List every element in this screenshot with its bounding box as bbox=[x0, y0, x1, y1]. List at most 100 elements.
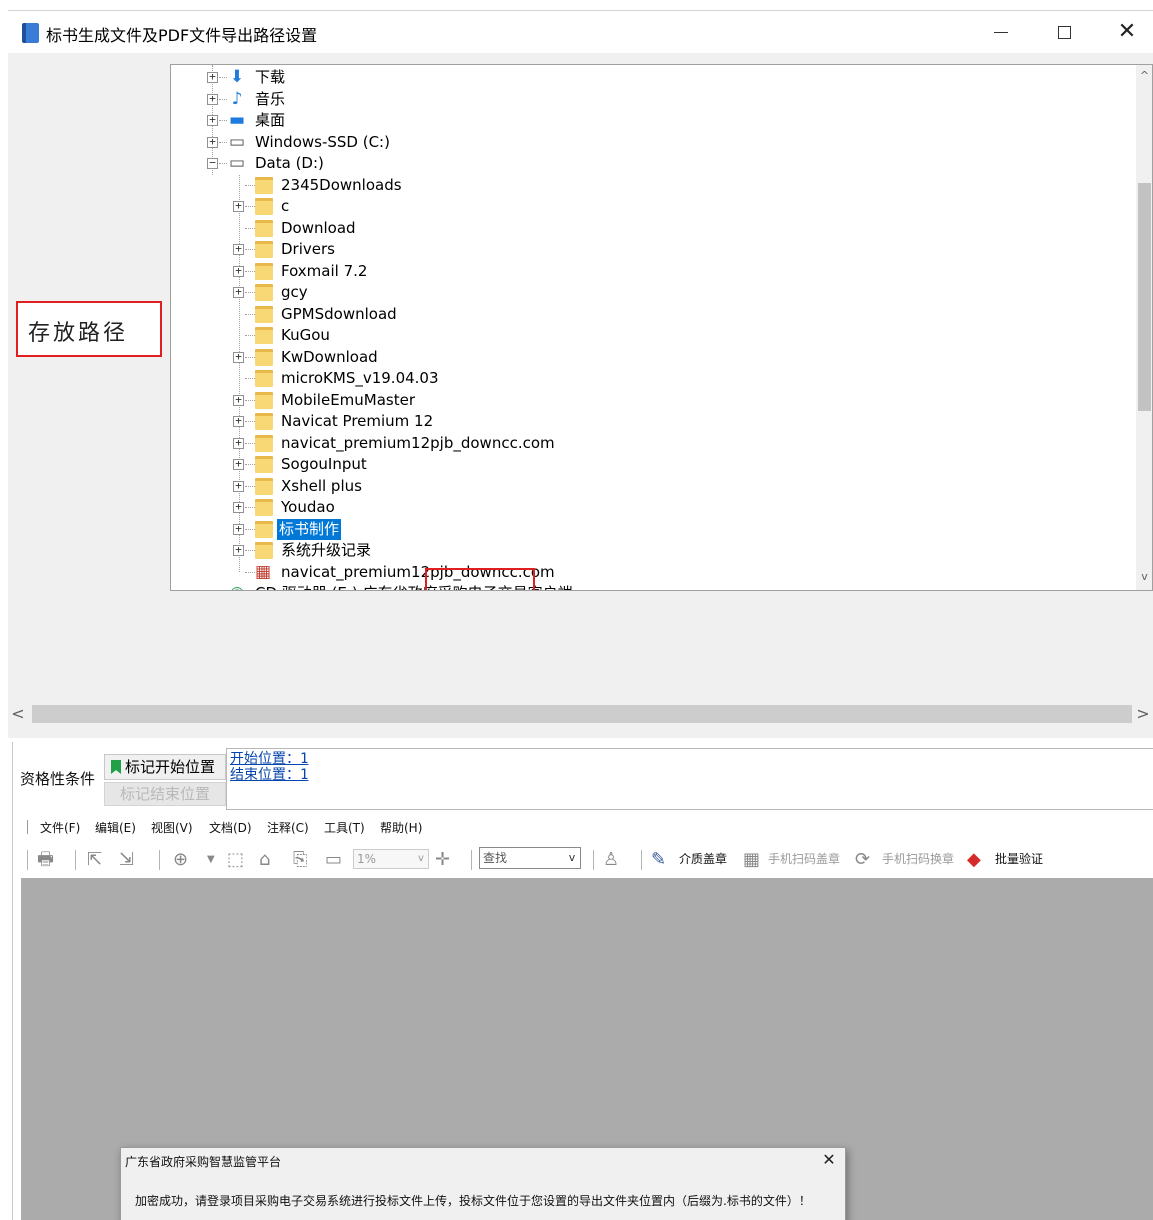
tree-item[interactable]: + 系统升级记录 bbox=[171, 540, 1131, 561]
tree-item-label: Xshell plus bbox=[281, 476, 362, 495]
tree-item[interactable]: GPMSdownload bbox=[171, 304, 1131, 325]
tree-item[interactable]: KuGou bbox=[171, 325, 1131, 346]
expand-icon[interactable]: + bbox=[233, 265, 244, 277]
tree-item[interactable]: + ▭ Windows-SSD (C:) bbox=[171, 132, 1131, 153]
tree-item[interactable]: + SogouInput bbox=[171, 454, 1131, 475]
menu-file[interactable]: 文件(F) bbox=[40, 819, 80, 836]
tree-item[interactable]: + navicat_premium12pjb_downcc.com bbox=[171, 433, 1131, 454]
expand-icon[interactable]: + bbox=[233, 437, 244, 449]
tree-vertical-scrollbar[interactable]: ^ v bbox=[1136, 65, 1152, 590]
tree-item-label: Navicat Premium 12 bbox=[281, 412, 434, 430]
user-stamp-icon[interactable]: ♙ bbox=[603, 850, 619, 870]
batch-verify-button[interactable]: 批量验证 bbox=[995, 851, 1043, 867]
expand-icon[interactable]: + bbox=[207, 71, 218, 83]
expand-icon[interactable]: + bbox=[233, 286, 244, 298]
tree-connector bbox=[219, 77, 227, 78]
tree-item[interactable]: + 标书制作 bbox=[171, 518, 1131, 540]
mark-start-button[interactable]: 标记开始位置 bbox=[104, 754, 226, 780]
menu-help[interactable]: 帮助(H) bbox=[380, 819, 422, 836]
minimize-button[interactable] bbox=[978, 11, 1024, 53]
desktop-icon: ▬ bbox=[228, 110, 246, 130]
tree-item[interactable]: Download bbox=[171, 218, 1131, 239]
tree-item[interactable]: + Navicat Premium 12 bbox=[171, 411, 1131, 432]
zoom-out-icon[interactable]: ▭ bbox=[325, 850, 342, 870]
expand-icon[interactable]: + bbox=[233, 480, 244, 492]
tree-item-label: KwDownload bbox=[281, 347, 378, 366]
tree-item-label: 系统升级记录 bbox=[281, 541, 372, 559]
scroll-thumb[interactable] bbox=[1138, 183, 1151, 411]
tree-item[interactable]: 2345Downloads bbox=[171, 175, 1131, 196]
tree-connector bbox=[219, 98, 227, 100]
zoom-select[interactable]: 1% v bbox=[353, 849, 429, 869]
qr-swap-icon[interactable]: ⟳ bbox=[855, 850, 870, 870]
expand-icon[interactable]: + bbox=[233, 415, 244, 427]
phone-scan-seal-button[interactable]: 手机扫码盖章 bbox=[768, 851, 840, 867]
rotate-page-icon[interactable]: ⎘ bbox=[293, 850, 307, 870]
dialog-close-button[interactable]: ✕ bbox=[817, 1148, 841, 1172]
menu-document[interactable]: 文档(D) bbox=[209, 819, 252, 836]
end-position-link[interactable]: 结束位置：1 bbox=[230, 767, 308, 783]
toolbar-separator bbox=[471, 850, 472, 870]
expand-icon[interactable]: + bbox=[233, 544, 244, 556]
tree-item[interactable]: + MobileEmuMaster bbox=[171, 390, 1131, 411]
fit-page-icon[interactable]: ⬚ bbox=[227, 850, 244, 870]
select-tool-icon[interactable]: ⇱ bbox=[87, 850, 102, 870]
maximize-button[interactable] bbox=[1041, 11, 1087, 53]
collapse-icon[interactable]: − bbox=[207, 157, 218, 169]
usb-key-icon[interactable]: ✎ bbox=[651, 850, 666, 870]
folder-icon bbox=[255, 348, 273, 366]
zoom-in-icon[interactable]: ⊕ bbox=[173, 850, 188, 870]
folder-tree[interactable]: + ⬇ 下载 + ♪ 音乐 + ▬ 桌面 + ▭ Windows-SSD (C:) − ▭ Data (D:… bbox=[170, 64, 1153, 591]
expand-icon[interactable]: + bbox=[233, 200, 244, 212]
menu-edit[interactable]: 编辑(E) bbox=[95, 819, 136, 836]
tree-item[interactable]: − ▭ Data (D:) bbox=[171, 153, 1131, 174]
qr-code-icon[interactable]: ▦ bbox=[743, 850, 760, 870]
find-select[interactable]: 查找 v bbox=[479, 847, 581, 869]
scroll-up-icon[interactable]: ^ bbox=[1136, 67, 1152, 84]
folder-icon bbox=[255, 327, 273, 344]
phone-scan-swap-button[interactable]: 手机扫码换章 bbox=[882, 851, 954, 867]
tree-item[interactable]: + ▬ 桌面 bbox=[171, 110, 1131, 131]
tree-item[interactable]: + Xshell plus bbox=[171, 476, 1131, 497]
expand-icon[interactable]: + bbox=[207, 93, 218, 105]
tree-item[interactable]: + Drivers bbox=[171, 239, 1131, 260]
tree-item[interactable]: ▦ navicat_premium12pjb_downcc.com bbox=[171, 562, 1131, 583]
expand-icon[interactable]: + bbox=[233, 243, 244, 255]
tree-item[interactable]: + gcy bbox=[171, 282, 1131, 303]
expand-icon[interactable]: + bbox=[207, 136, 218, 148]
folder-icon bbox=[255, 413, 273, 430]
tree-item[interactable]: + KwDownload bbox=[171, 347, 1131, 368]
print-icon[interactable]: 🖶 bbox=[37, 850, 54, 870]
horizontal-scrollbar[interactable]: < > bbox=[8, 703, 1153, 725]
toolbar: 🖶 ⇱ ⇲ ⊕ ▼ ⬚ ⌂ ⎘ ▭ 1% v ✛ 查找 v ♙ ✎ 介质盖章 ▦… bbox=[13, 840, 1153, 878]
menu-tools[interactable]: 工具(T) bbox=[324, 819, 365, 836]
scroll-down-icon[interactable]: v bbox=[1136, 568, 1152, 585]
expand-icon[interactable]: + bbox=[233, 458, 244, 470]
tree-item[interactable]: microKMS_v19.04.03 bbox=[171, 368, 1131, 389]
tree-item[interactable]: ◉CD 驱动器 (E:) 广东省政府采购电子交易客户端 bbox=[171, 583, 1131, 591]
expand-icon[interactable]: + bbox=[233, 523, 244, 535]
tree-item[interactable]: + c bbox=[171, 196, 1131, 217]
expand-icon[interactable]: + bbox=[233, 501, 244, 513]
scroll-left-icon[interactable]: < bbox=[8, 703, 28, 725]
zoom-dropdown-icon[interactable]: ▼ bbox=[207, 850, 215, 870]
scroll-right-icon[interactable]: > bbox=[1133, 703, 1153, 725]
tree-item[interactable]: + ♪ 音乐 bbox=[171, 89, 1131, 110]
tree-connector bbox=[245, 270, 255, 272]
tree-item[interactable]: + ⬇ 下载 bbox=[171, 67, 1131, 88]
expand-icon[interactable]: + bbox=[233, 351, 244, 363]
menu-annotate[interactable]: 注释(C) bbox=[267, 819, 309, 836]
horizontal-scroll-thumb[interactable] bbox=[32, 705, 1132, 723]
expand-icon[interactable]: + bbox=[233, 394, 244, 406]
fit-width-icon[interactable]: ⌂ bbox=[259, 850, 270, 870]
tree-item[interactable]: + Youdao bbox=[171, 497, 1131, 518]
media-seal-button[interactable]: 介质盖章 bbox=[679, 851, 727, 867]
zoom-plus-icon[interactable]: ✛ bbox=[435, 850, 450, 870]
verify-stack-icon[interactable]: ◆ bbox=[967, 850, 981, 870]
close-button[interactable]: ✕ bbox=[1104, 11, 1150, 53]
menu-view[interactable]: 视图(V) bbox=[151, 819, 193, 836]
start-position-link[interactable]: 开始位置：1 bbox=[230, 751, 308, 767]
expand-icon[interactable]: + bbox=[207, 114, 218, 126]
tree-item[interactable]: + Foxmail 7.2 bbox=[171, 261, 1131, 282]
hand-tool-icon[interactable]: ⇲ bbox=[119, 850, 134, 870]
